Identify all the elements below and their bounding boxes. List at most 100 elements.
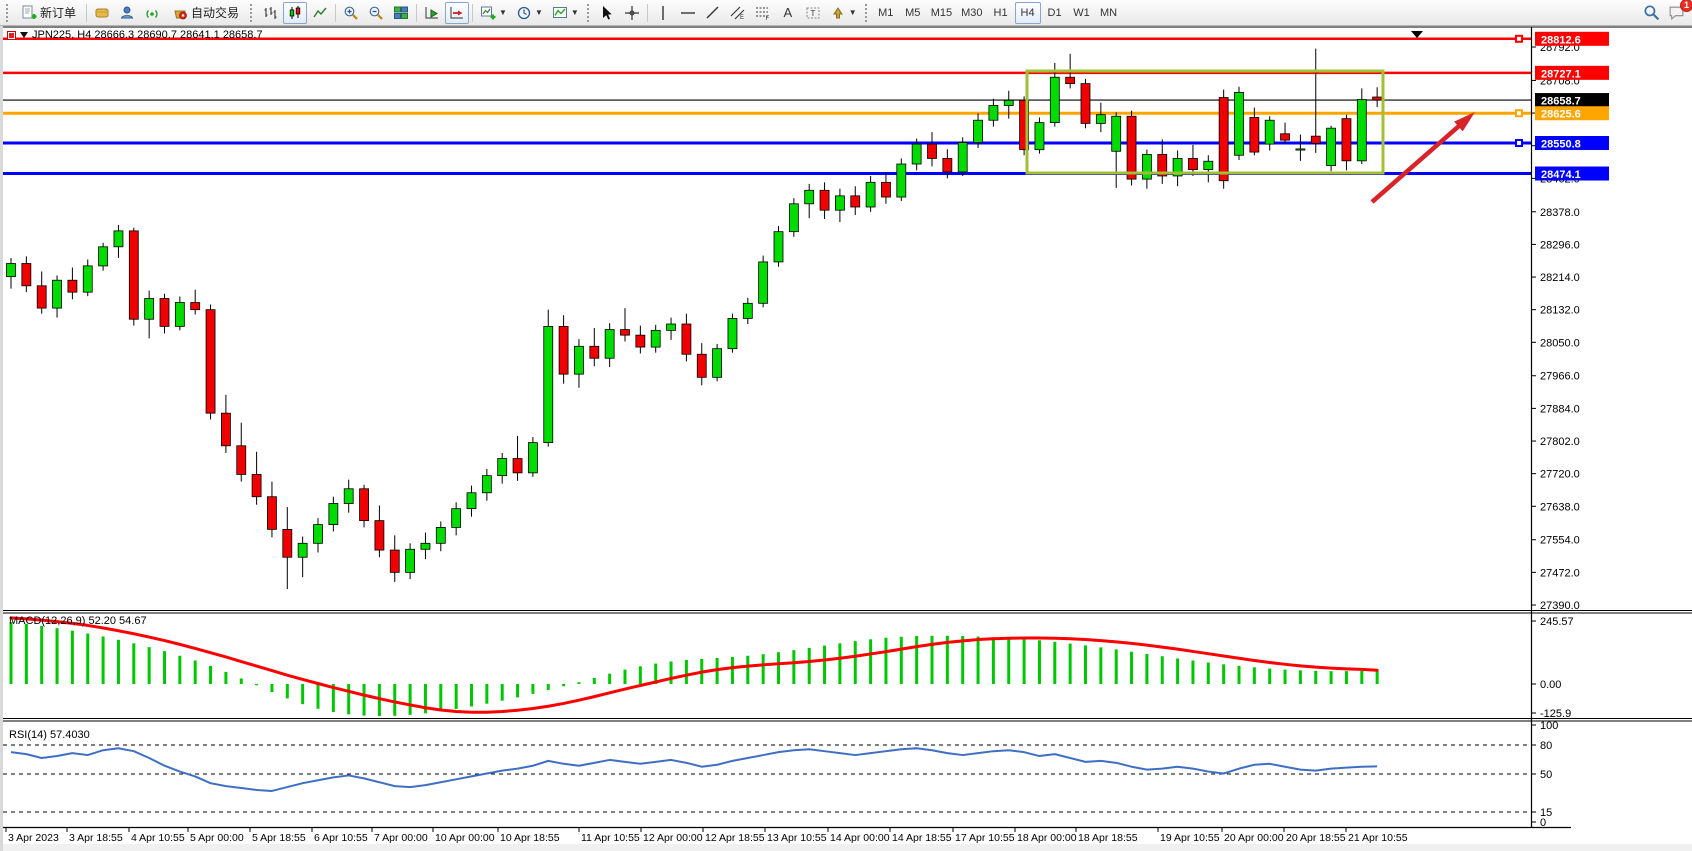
candle-body bbox=[1357, 100, 1366, 161]
chart-shift-button[interactable] bbox=[445, 2, 469, 24]
time-tick-label: 12 Apr 18:55 bbox=[705, 832, 765, 844]
chart-title: JPN225, H4 28666.3 28690.7 28641.1 28658… bbox=[32, 29, 263, 41]
candle-body bbox=[574, 346, 583, 374]
candle-body bbox=[697, 354, 706, 377]
chevron-down-icon: ▼ bbox=[571, 8, 579, 17]
trendline-tool-button[interactable] bbox=[701, 2, 725, 24]
macd-signal-line bbox=[11, 618, 1377, 712]
candle-body bbox=[406, 549, 415, 572]
candle-body bbox=[129, 231, 138, 319]
time-tick-label: 3 Apr 2023 bbox=[8, 832, 59, 844]
timeframe-m30-button[interactable]: M30 bbox=[957, 2, 986, 24]
candle-body bbox=[1296, 149, 1305, 150]
time-tick-label: 14 Apr 00:00 bbox=[830, 832, 890, 844]
candlestick-mode-button[interactable] bbox=[283, 2, 307, 24]
candle-body bbox=[1281, 134, 1290, 140]
price-tick-label: 27802.0 bbox=[1540, 436, 1580, 448]
timeframe-m1-button[interactable]: M1 bbox=[873, 2, 899, 24]
text-tool-button[interactable]: A bbox=[776, 2, 800, 24]
candle-body bbox=[191, 303, 200, 310]
one-click-expander-icon[interactable] bbox=[20, 32, 28, 38]
timeframe-m5-button[interactable]: M5 bbox=[900, 2, 926, 24]
svg-text:T: T bbox=[810, 9, 815, 18]
toolbar-drag-handle[interactable] bbox=[6, 4, 10, 22]
timeframe-w1-button[interactable]: W1 bbox=[1069, 2, 1095, 24]
wallet-icon bbox=[94, 5, 110, 21]
indicators-button[interactable]: ▼ bbox=[548, 2, 583, 24]
candle-body bbox=[206, 310, 215, 413]
candle-body bbox=[667, 324, 676, 330]
candle-body bbox=[682, 324, 691, 354]
timeframe-h1-button[interactable]: H1 bbox=[988, 2, 1014, 24]
price-badge-label: 28625.6 bbox=[1541, 109, 1581, 121]
zoom-in-icon bbox=[343, 5, 359, 21]
signal-button[interactable] bbox=[140, 2, 164, 24]
candle-body bbox=[83, 266, 92, 292]
candle-body bbox=[498, 459, 507, 476]
zoom-out-button[interactable] bbox=[364, 2, 388, 24]
candle-body bbox=[436, 527, 445, 543]
candle-body bbox=[881, 182, 890, 197]
price-tick-label: 27966.0 bbox=[1540, 371, 1580, 383]
macd-scale-label: 245.57 bbox=[1540, 616, 1574, 628]
candle-body bbox=[636, 335, 645, 347]
candle-body bbox=[713, 349, 722, 378]
profile-button[interactable] bbox=[115, 2, 139, 24]
timeframe-m15-button[interactable]: M15 bbox=[927, 2, 956, 24]
toolbar-drag-handle[interactable] bbox=[865, 4, 869, 22]
candle-body bbox=[252, 474, 261, 496]
cursor-tool-button[interactable] bbox=[595, 2, 619, 24]
time-tick-label: 5 Apr 00:00 bbox=[190, 832, 244, 844]
channel-tool-button[interactable]: E bbox=[726, 2, 750, 24]
chart-shift-marker[interactable] bbox=[1411, 31, 1423, 38]
new-chart-button[interactable]: ▼ bbox=[476, 2, 511, 24]
chevron-down-icon: ▼ bbox=[499, 8, 507, 17]
auto-scroll-icon bbox=[424, 5, 440, 21]
candle-body bbox=[1066, 77, 1075, 83]
notifications-button[interactable]: 1 bbox=[1664, 2, 1689, 24]
crosshair-tool-button[interactable] bbox=[620, 2, 644, 24]
timeframe-d1-button[interactable]: D1 bbox=[1042, 2, 1068, 24]
candle-body bbox=[482, 476, 491, 493]
arrows-tool-button[interactable]: ▼ bbox=[826, 2, 861, 24]
candles bbox=[7, 49, 1382, 589]
trend-arrow-annotation[interactable] bbox=[1372, 123, 1463, 202]
auto-trading-icon bbox=[172, 5, 188, 21]
text-label-tool-button[interactable]: T bbox=[801, 2, 825, 24]
zoom-out-icon bbox=[368, 5, 384, 21]
candle-body bbox=[421, 543, 430, 549]
timeframe-h4-button[interactable]: H4 bbox=[1015, 2, 1041, 24]
zoom-in-button[interactable] bbox=[339, 2, 363, 24]
candle-body bbox=[390, 550, 399, 572]
chart-canvas[interactable]: 28792.028708.028626.028544.028462.028378… bbox=[3, 26, 1692, 851]
level-handle-center bbox=[1517, 37, 1521, 41]
candle-body bbox=[943, 158, 952, 172]
price-tick-label: 27720.0 bbox=[1540, 469, 1580, 481]
bar-chart-mode-button[interactable] bbox=[258, 2, 282, 24]
toolbar-drag-handle[interactable] bbox=[250, 4, 254, 22]
horizontal-line-tool-button[interactable] bbox=[676, 2, 700, 24]
chart-window[interactable]: 28792.028708.028626.028544.028462.028378… bbox=[0, 26, 1692, 851]
tile-windows-button[interactable] bbox=[389, 2, 413, 24]
timeframe-mn-button[interactable]: MN bbox=[1096, 2, 1122, 24]
periods-button[interactable]: ▼ bbox=[512, 2, 547, 24]
candle-body bbox=[360, 489, 369, 521]
vertical-line-tool-button[interactable] bbox=[651, 2, 675, 24]
line-chart-mode-button[interactable] bbox=[308, 2, 332, 24]
auto-trading-button[interactable]: 自动交易 bbox=[165, 2, 246, 24]
rsi-indicator-label: RSI(14) 57.4030 bbox=[9, 729, 90, 741]
toolbar-drag-handle[interactable] bbox=[587, 4, 591, 22]
candle-body bbox=[1127, 116, 1136, 179]
new-chart-icon bbox=[480, 5, 496, 21]
candle-body bbox=[743, 303, 752, 318]
auto-scroll-button[interactable] bbox=[420, 2, 444, 24]
new-order-button[interactable]: 新订单 bbox=[14, 2, 83, 24]
candle-body bbox=[329, 504, 338, 525]
search-button[interactable] bbox=[1639, 2, 1664, 24]
fibonacci-tool-button[interactable]: F bbox=[751, 2, 775, 24]
time-tick-label: 20 Apr 00:00 bbox=[1224, 832, 1284, 844]
price-tick-label: 27472.0 bbox=[1540, 567, 1580, 579]
price-tick-label: 28132.0 bbox=[1540, 305, 1580, 317]
candle-body bbox=[559, 326, 568, 374]
market-watch-button[interactable] bbox=[90, 2, 114, 24]
